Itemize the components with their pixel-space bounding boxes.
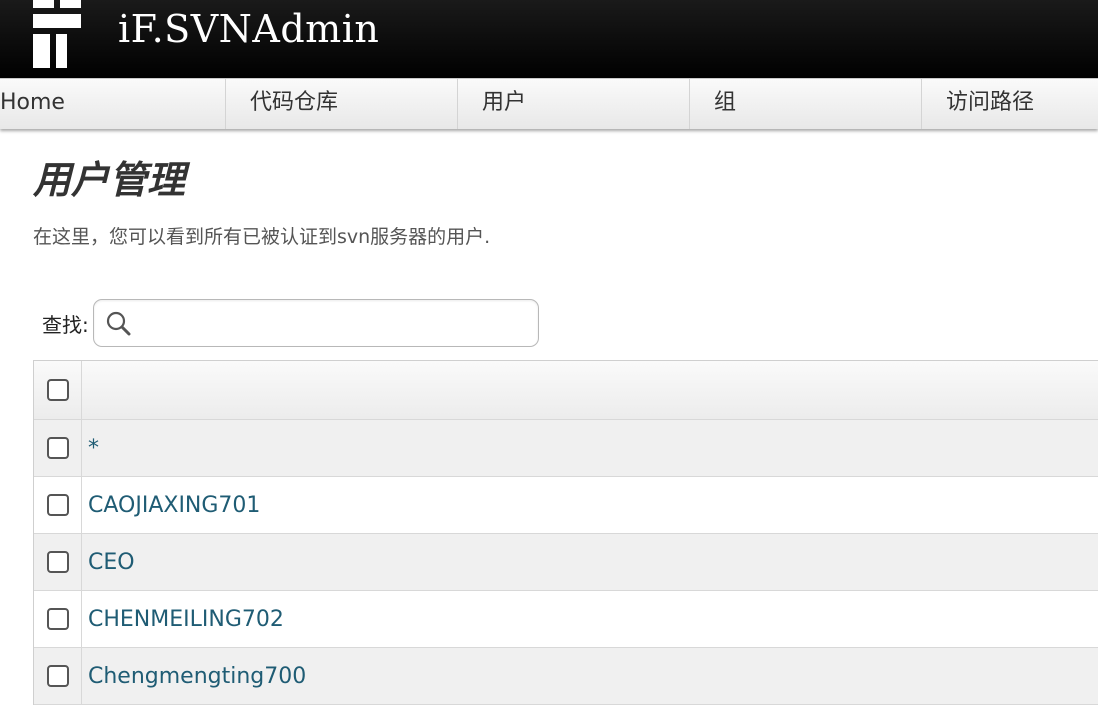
- search-row: 查找:: [42, 298, 539, 348]
- row-check-cell: [34, 420, 82, 476]
- search-label: 查找:: [42, 312, 89, 337]
- nav-item-repositories[interactable]: 代码仓库: [226, 79, 458, 129]
- select-all-cell: [34, 361, 82, 419]
- user-name-cell: CHENMEILING702: [82, 591, 1098, 647]
- row-checkbox[interactable]: [46, 437, 69, 459]
- user-name-cell: *: [82, 420, 1098, 476]
- row-checkbox[interactable]: [46, 494, 69, 516]
- table-row: CHENMEILING702: [34, 591, 1098, 648]
- page-title: 用户管理: [33, 157, 186, 202]
- row-checkbox[interactable]: [46, 608, 69, 630]
- user-name-cell: CAOJIAXING701: [82, 477, 1098, 533]
- row-check-cell: [34, 648, 82, 704]
- table-row: CAOJIAXING701: [34, 477, 1098, 534]
- user-name-cell: CEO: [82, 534, 1098, 590]
- svnadmin-logo-icon[interactable]: [33, 0, 81, 68]
- app-title[interactable]: iF.SVNAdmin: [118, 4, 379, 54]
- row-check-cell: [34, 477, 82, 533]
- table-header-name[interactable]: [82, 361, 1098, 419]
- row-checkbox[interactable]: [46, 551, 69, 573]
- user-link[interactable]: CHENMEILING702: [88, 607, 284, 632]
- select-all-checkbox[interactable]: [46, 379, 69, 401]
- table-header-row: [34, 361, 1098, 420]
- user-name-cell: Chengmengting700: [82, 648, 1098, 704]
- user-link[interactable]: Chengmengting700: [88, 664, 306, 689]
- app-header: iF.SVNAdmin: [0, 0, 1098, 78]
- user-link[interactable]: *: [88, 436, 99, 461]
- search-box[interactable]: [92, 299, 539, 347]
- page-description: 在这里，您可以看到所有已被认证到svn服务器的用户.: [33, 226, 491, 248]
- nav-item-access-paths[interactable]: 访问路径: [922, 79, 1098, 129]
- table-row: Chengmengting700: [34, 648, 1098, 705]
- search-icon: [106, 311, 131, 336]
- nav-item-home[interactable]: Home: [0, 79, 226, 129]
- nav-item-groups[interactable]: 组: [690, 79, 922, 129]
- search-input[interactable]: [137, 306, 532, 342]
- main-nav: Home 代码仓库 用户 组 访问路径: [0, 78, 1098, 129]
- nav-item-users[interactable]: 用户: [458, 79, 690, 129]
- table-row: *: [34, 420, 1098, 477]
- row-check-cell: [34, 534, 82, 590]
- users-table: * CAOJIAXING701 CEO CHENMEILING702 Cheng: [33, 360, 1098, 705]
- user-link[interactable]: CAOJIAXING701: [88, 493, 260, 518]
- user-link[interactable]: CEO: [88, 550, 135, 575]
- table-row: CEO: [34, 534, 1098, 591]
- row-check-cell: [34, 591, 82, 647]
